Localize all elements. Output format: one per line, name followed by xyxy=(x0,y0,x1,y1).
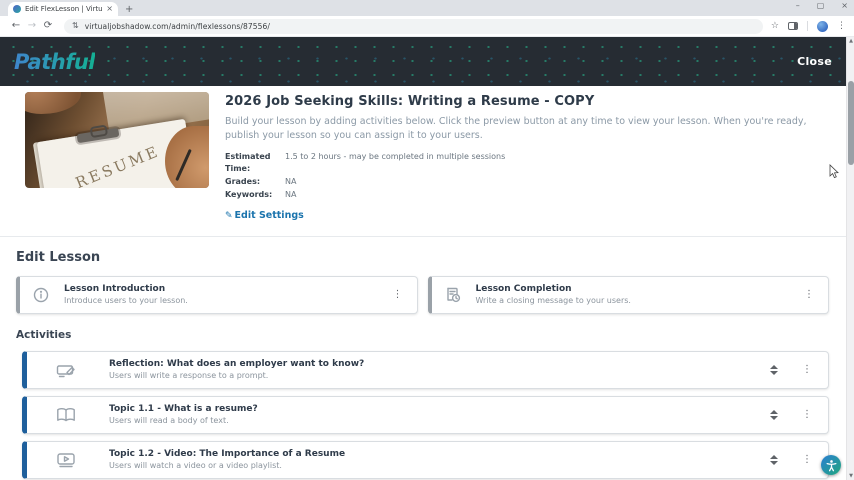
edit-settings-label: Edit Settings xyxy=(234,210,304,222)
activity-row-reflection[interactable]: Reflection: What does an employer want t… xyxy=(22,350,829,389)
scrollbar-down-icon[interactable]: ▼ xyxy=(847,472,854,480)
back-icon[interactable]: ← xyxy=(8,21,24,31)
meta-label: Estimated Time: xyxy=(225,151,271,174)
accessibility-person-icon xyxy=(826,459,836,471)
tab-title: Edit FlexLesson | VirtualJobSha... xyxy=(25,5,103,13)
new-tab-button[interactable]: + xyxy=(125,5,133,15)
meta-row-grades: Grades: NA xyxy=(225,176,824,189)
reorder-handle-icon[interactable] xyxy=(770,454,778,465)
meta-row-estimated-time: Estimated Time: 1.5 to 2 hours - may be … xyxy=(225,151,824,177)
app-header: Pathful Close xyxy=(0,37,854,86)
activities-heading: Activities xyxy=(16,328,72,341)
activity-title: Reflection: What does an employer want t… xyxy=(109,359,365,370)
forward-icon[interactable]: → xyxy=(24,21,40,31)
meta-value: NA xyxy=(285,177,297,187)
video-icon xyxy=(55,452,77,468)
toolbar-right: ☆ ⋮ xyxy=(771,20,846,32)
activity-menu-icon[interactable]: ⋮ xyxy=(800,409,814,420)
browser-menu-icon[interactable]: ⋮ xyxy=(837,21,846,31)
scrollbar-up-icon[interactable]: ▲ xyxy=(847,37,854,45)
meta-label: Grades: xyxy=(225,177,261,187)
meta-label: Keywords: xyxy=(225,190,273,200)
activity-menu-icon[interactable]: ⋮ xyxy=(800,454,814,465)
photo-hand-top xyxy=(25,92,81,114)
bookmark-star-icon[interactable]: ☆ xyxy=(771,21,779,31)
browser-tab[interactable]: Edit FlexLesson | VirtualJobSha... × xyxy=(8,2,118,16)
activity-subtitle: Users will watch a video or a video play… xyxy=(109,461,282,471)
tune-icon[interactable]: ⇅ xyxy=(72,22,79,30)
edit-settings-link[interactable]: ✎ Edit Settings xyxy=(225,210,304,221)
pathful-logo: Pathful xyxy=(14,49,96,74)
lesson-bookend-cards: Lesson Introduction Introduce users to y… xyxy=(16,275,829,314)
meta-row-keywords: Keywords: NA xyxy=(225,189,824,202)
card-subtitle: Introduce users to your lesson. xyxy=(64,296,188,306)
window-controls: – ▢ × xyxy=(796,2,848,10)
lesson-introduction-card[interactable]: Lesson Introduction Introduce users to y… xyxy=(16,275,418,314)
document-clock-icon xyxy=(442,286,464,304)
page-title: 2026 Job Seeking Skills: Writing a Resum… xyxy=(225,94,595,109)
reorder-handle-icon[interactable] xyxy=(770,409,778,420)
card-title: Lesson Introduction xyxy=(64,284,166,295)
toolbar-divider xyxy=(807,21,808,31)
scrollbar-thumb[interactable] xyxy=(848,81,854,165)
page-scrollbar[interactable]: ▲ ▼ xyxy=(846,37,854,480)
lesson-description: Build your lesson by adding activities b… xyxy=(225,116,807,141)
lesson-thumbnail-image: RESUME xyxy=(25,92,209,188)
card-subtitle: Write a closing message to your users. xyxy=(475,296,631,306)
url-text: virtualjobshadow.com/admin/flexlessons/8… xyxy=(84,21,270,31)
side-panel-icon[interactable] xyxy=(788,22,798,30)
edit-lesson-heading: Edit Lesson xyxy=(16,249,101,265)
profile-avatar[interactable] xyxy=(817,20,828,32)
browser-tab-strip: Edit FlexLesson | VirtualJobSha... × + –… xyxy=(0,0,854,16)
info-icon xyxy=(30,286,52,304)
maximize-button[interactable]: ▢ xyxy=(817,2,825,10)
activity-subtitle: Users will write a response to a prompt. xyxy=(109,371,269,381)
activity-subtitle: Users will read a body of text. xyxy=(109,416,229,426)
meta-value: NA xyxy=(285,190,297,200)
card-menu-icon[interactable]: ⋮ xyxy=(391,289,405,300)
activity-row-topic-1-2[interactable]: Topic 1.2 - Video: The Importance of a R… xyxy=(22,440,829,479)
pencil-icon: ✎ xyxy=(225,210,233,221)
meta-value: 1.5 to 2 hours - may be completed in mul… xyxy=(285,151,506,161)
close-button[interactable]: Close xyxy=(797,55,832,68)
browser-toolbar: ← → ⟳ ⇅ virtualjobshadow.com/admin/flexl… xyxy=(0,16,854,37)
tab-close-icon[interactable]: × xyxy=(106,5,113,13)
reorder-handle-icon[interactable] xyxy=(770,364,778,375)
book-icon xyxy=(55,407,77,423)
address-bar[interactable]: ⇅ virtualjobshadow.com/admin/flexlessons… xyxy=(64,18,763,34)
card-title: Lesson Completion xyxy=(475,284,572,295)
prompt-icon xyxy=(55,362,77,378)
accessibility-widget-button[interactable] xyxy=(821,455,841,475)
activity-title: Topic 1.1 - What is a resume? xyxy=(109,404,258,415)
pathful-favicon-icon xyxy=(13,5,21,13)
reload-icon[interactable]: ⟳ xyxy=(40,21,56,31)
activity-title: Topic 1.2 - Video: The Importance of a R… xyxy=(109,449,346,460)
minimize-button[interactable]: – xyxy=(796,2,800,10)
window-close-button[interactable]: × xyxy=(841,2,848,10)
card-menu-icon[interactable]: ⋮ xyxy=(802,289,816,300)
lesson-meta: Estimated Time: 1.5 to 2 hours - may be … xyxy=(225,151,824,203)
lesson-summary-section: RESUME 2026 Job Seeking Skills: Writing … xyxy=(0,86,854,237)
lesson-completion-card[interactable]: Lesson Completion Write a closing messag… xyxy=(427,275,829,314)
activity-row-topic-1-1[interactable]: Topic 1.1 - What is a resume? Users will… xyxy=(22,395,829,434)
activity-menu-icon[interactable]: ⋮ xyxy=(800,364,814,375)
lesson-editor-page: RESUME 2026 Job Seeking Skills: Writing … xyxy=(0,86,854,480)
